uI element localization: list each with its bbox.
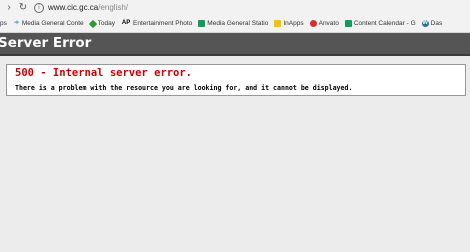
folder-icon — [274, 20, 282, 27]
bookmark-label: Content Calendar - G — [353, 20, 416, 27]
bookmark-label: ps — [0, 20, 7, 27]
bookmark-inapps[interactable]: InApps — [274, 20, 304, 27]
wordpress-icon: W — [421, 20, 429, 27]
bookmark-label: Das — [430, 20, 443, 27]
reload-icon[interactable]: ↻ — [18, 0, 28, 15]
bookmark-today[interactable]: Today — [88, 19, 116, 28]
bookmark-label: Today — [97, 20, 116, 27]
bookmark-anvato[interactable]: Anvato — [309, 20, 339, 27]
bookmark-label: Anvato — [318, 20, 339, 27]
bookmark-entertainment-photo[interactable]: AP Entertainment Photo — [121, 20, 192, 27]
page-content: 500 - Internal server error. There is a … — [0, 56, 470, 252]
ap-icon: AP — [121, 20, 131, 26]
bookmark-das[interactable]: W Das — [421, 20, 443, 27]
page-header: Server Error — [0, 33, 470, 56]
address-bar: › ↻ i www.cic.gc.ca /english/ — [0, 0, 470, 15]
info-icon[interactable]: i — [34, 2, 44, 13]
forward-icon[interactable]: › — [4, 0, 14, 15]
bookmark-label: InApps — [283, 20, 304, 27]
bookmark-label: Media General Conte — [21, 20, 84, 27]
url-path: /english/ — [98, 3, 129, 12]
error-message: There is a problem with the resource you… — [15, 84, 353, 92]
sheets-icon — [198, 20, 206, 27]
error-box: 500 - Internal server error. There is a … — [6, 64, 466, 96]
bookmarks-bar: ps ➜ Media General Conte Today AP Entert… — [0, 15, 470, 33]
page-title: Server Error — [0, 35, 92, 51]
anvato-icon — [309, 20, 317, 27]
error-code: 500 - Internal server error. — [15, 67, 193, 79]
bookmark-media-general-content[interactable]: ➜ Media General Conte — [13, 20, 84, 27]
bookmark-label: Entertainment Photo — [133, 20, 193, 27]
sheets-icon — [344, 20, 352, 27]
bookmark-label: Media General Statio — [207, 20, 269, 27]
bookmark-apps[interactable]: ps — [0, 20, 7, 27]
arrow-icon: ➜ — [13, 20, 19, 26]
url-field[interactable]: i www.cic.gc.ca /english/ — [34, 1, 128, 14]
today-icon — [88, 19, 97, 28]
bookmark-content-calendar[interactable]: Content Calendar - G — [344, 20, 416, 27]
url-host: www.cic.gc.ca — [48, 3, 99, 12]
bookmark-media-general-station[interactable]: Media General Statio — [198, 20, 268, 27]
